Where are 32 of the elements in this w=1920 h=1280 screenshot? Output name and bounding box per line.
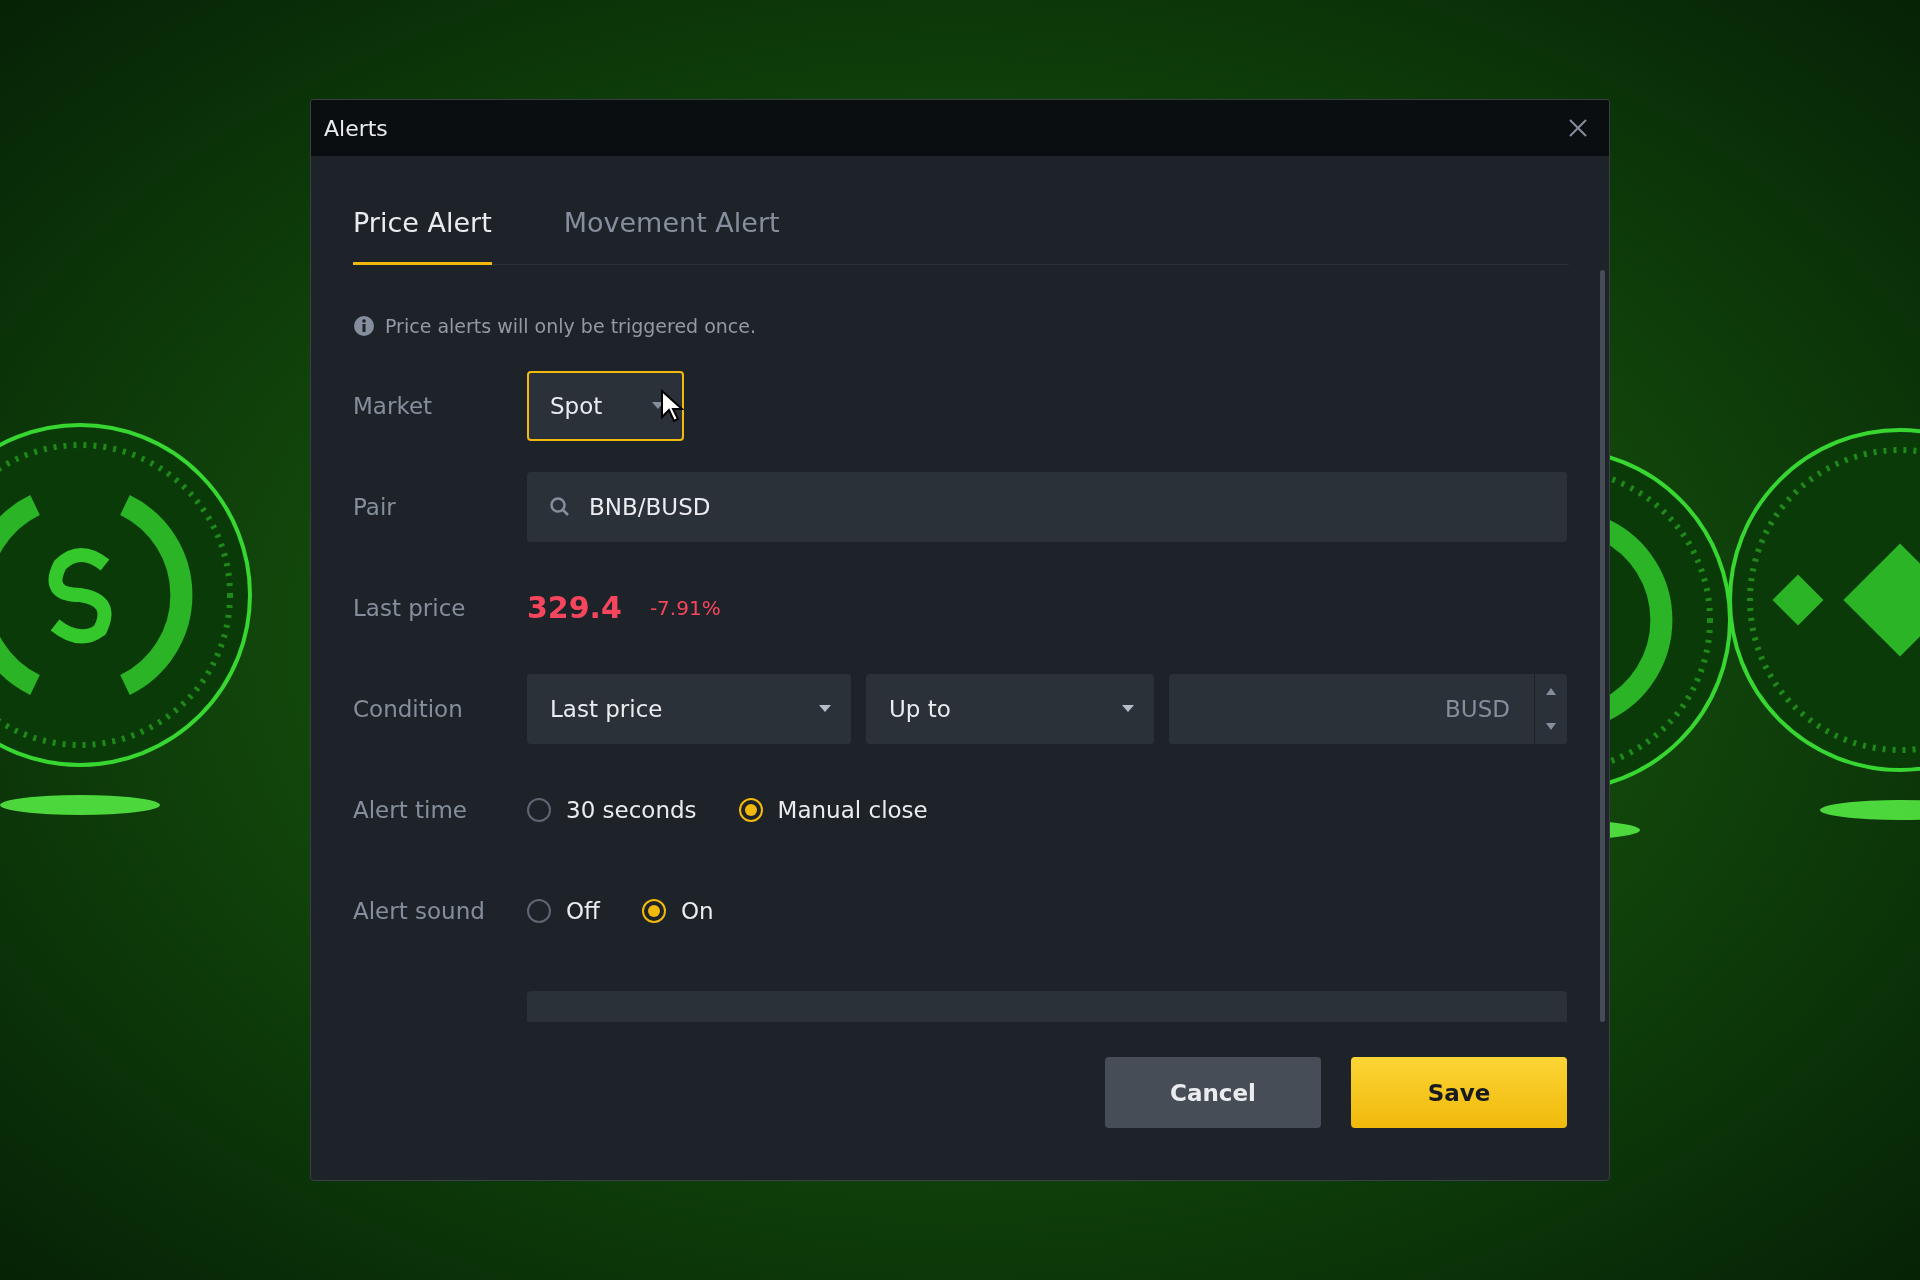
market-select[interactable]: Spot: [527, 370, 684, 441]
field-label: Last price: [353, 594, 467, 621]
field-label: Alert sound: [353, 897, 486, 924]
caret-icon: [1122, 704, 1134, 713]
direction-select[interactable]: Up to: [866, 673, 1154, 744]
close-icon: [1568, 118, 1588, 138]
caret-icon: [819, 704, 831, 713]
tab[interactable]: Price Alert: [353, 207, 492, 265]
save-button[interactable]: Save: [1351, 1057, 1567, 1128]
tab[interactable]: Movement Alert: [563, 207, 780, 265]
last-price: 329.4: [527, 590, 622, 625]
pair-search-field[interactable]: BNB/BUSD: [527, 471, 1567, 542]
field-label: Market: [353, 392, 434, 419]
radio-option[interactable]: Off: [527, 897, 600, 924]
radio-option[interactable]: Manual close: [738, 796, 928, 823]
cancel-button[interactable]: Cancel: [1105, 1057, 1321, 1128]
field-label: Pair: [353, 493, 397, 520]
condition-select[interactable]: Last price: [527, 673, 851, 744]
window-title: Alerts: [324, 115, 388, 141]
cursor-icon: [660, 389, 684, 423]
radio-option[interactable]: 30 seconds: [527, 796, 697, 823]
down-arrow-icon: [1546, 722, 1556, 730]
radio-option[interactable]: On: [641, 897, 714, 924]
scrollbar[interactable]: [1600, 270, 1605, 1022]
price-change: -7.91%: [649, 595, 721, 620]
notice-text: Price alerts will only be triggered once.: [385, 315, 756, 337]
field-label: Alert time: [353, 796, 469, 823]
info-icon: [353, 315, 375, 337]
field-label: Condition: [353, 695, 464, 722]
up-arrow-icon: [1546, 687, 1556, 695]
price-input-field[interactable]: BUSD: [1169, 673, 1567, 744]
search-icon: [549, 495, 571, 518]
